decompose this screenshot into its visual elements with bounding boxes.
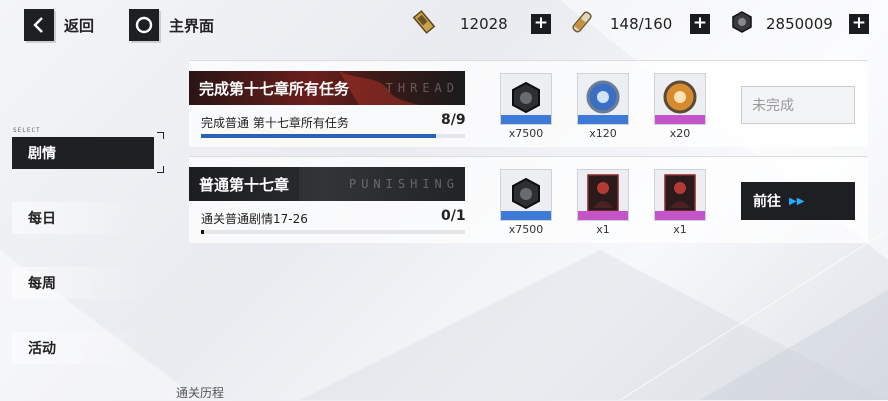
task-description: 完成普通 第十七章所有任务 [201, 116, 349, 130]
rarity-strip [578, 115, 628, 124]
reward-quantity: x20 [669, 127, 691, 140]
banner-watermark: PUNISHING [348, 177, 459, 191]
incomplete-button[interactable]: 未完成 [741, 86, 855, 124]
task-banner: 普通第十七章 PUNISHING [189, 167, 465, 201]
add-serum-button[interactable]: + [690, 14, 710, 34]
nav-item-label: 活动 [28, 341, 56, 357]
go-button[interactable]: 前往 ▶▶ [741, 182, 855, 220]
rarity-strip [655, 115, 705, 124]
task-banner: 完成第十七章所有任务 THREAD [189, 71, 465, 105]
rarity-strip [655, 211, 705, 220]
bracket-bottom-right [157, 166, 164, 173]
chevron-left-icon [24, 9, 54, 41]
reward-item[interactable] [654, 73, 706, 125]
task-progress-fill [201, 230, 204, 234]
nav-item-story[interactable]: 剧情 [12, 137, 154, 169]
add-battery-button[interactable]: + [531, 14, 551, 34]
cog-coin-count: 2850009 [766, 15, 833, 33]
reward-item[interactable] [500, 169, 552, 221]
reward-item[interactable] [577, 73, 629, 125]
incomplete-label: 未完成 [752, 98, 794, 114]
task-card: 普通第十七章 PUNISHING 通关普通剧情17-26 0/1 x7500 x… [189, 156, 868, 243]
banner-watermark: THREAD [385, 81, 459, 95]
home-button[interactable]: 主界面 [129, 9, 214, 41]
serum-icon [568, 9, 596, 39]
go-label: 前往 [753, 194, 781, 210]
task-description: 通关普通剧情17-26 [201, 212, 308, 226]
clear-history-label: 通关历程 [176, 386, 225, 400]
resource-cog-coin: 2850009 [730, 9, 833, 39]
battery-count: 12028 [460, 15, 508, 33]
double-arrow-icon: ▶▶ [789, 195, 805, 207]
reward-item[interactable] [577, 169, 629, 221]
reward-item[interactable] [500, 73, 552, 125]
nav-item-weekly[interactable]: 每周 [12, 267, 142, 299]
task-progress-bar [201, 230, 465, 234]
resource-serum: 148/160 [568, 9, 672, 39]
task-progress-count: 8/9 [441, 112, 466, 128]
nav-item-daily[interactable]: 每日 [12, 202, 142, 234]
rarity-strip [501, 211, 551, 220]
reward-quantity: x7500 [508, 223, 544, 236]
task-title: 普通第十七章 [199, 176, 290, 194]
home-label: 主界面 [169, 16, 215, 35]
battery-icon [410, 9, 438, 39]
back-label: 返回 [64, 16, 95, 35]
rarity-strip [578, 211, 628, 220]
reward-quantity: x120 [589, 127, 617, 140]
back-button[interactable]: 返回 [24, 9, 94, 41]
task-progress-bar [201, 134, 465, 138]
task-progress-count: 0/1 [441, 208, 466, 224]
reward-quantity: x1 [596, 223, 610, 236]
rarity-strip [501, 115, 551, 124]
reward-item[interactable] [654, 169, 706, 221]
task-progress-fill [201, 134, 436, 138]
add-cog-coin-button[interactable]: + [849, 14, 869, 34]
reward-quantity: x7500 [508, 127, 544, 140]
nav-item-label: 每日 [28, 211, 56, 227]
cog-coin-icon [730, 10, 754, 38]
reward-quantity: x1 [673, 223, 687, 236]
task-card: 完成第十七章所有任务 THREAD 完成普通 第十七章所有任务 8/9 x750… [189, 60, 868, 147]
nav-item-label: 剧情 [28, 146, 56, 162]
nav-item-label: 每周 [28, 276, 56, 292]
home-circle-icon [129, 9, 159, 41]
resource-battery: 12028 [410, 9, 508, 39]
task-title: 完成第十七章所有任务 [199, 80, 350, 98]
nav-item-event[interactable]: 活动 [12, 332, 142, 364]
serum-count: 148/160 [610, 15, 673, 33]
select-tag: SELECT [13, 127, 41, 134]
bracket-top-right [157, 132, 164, 139]
